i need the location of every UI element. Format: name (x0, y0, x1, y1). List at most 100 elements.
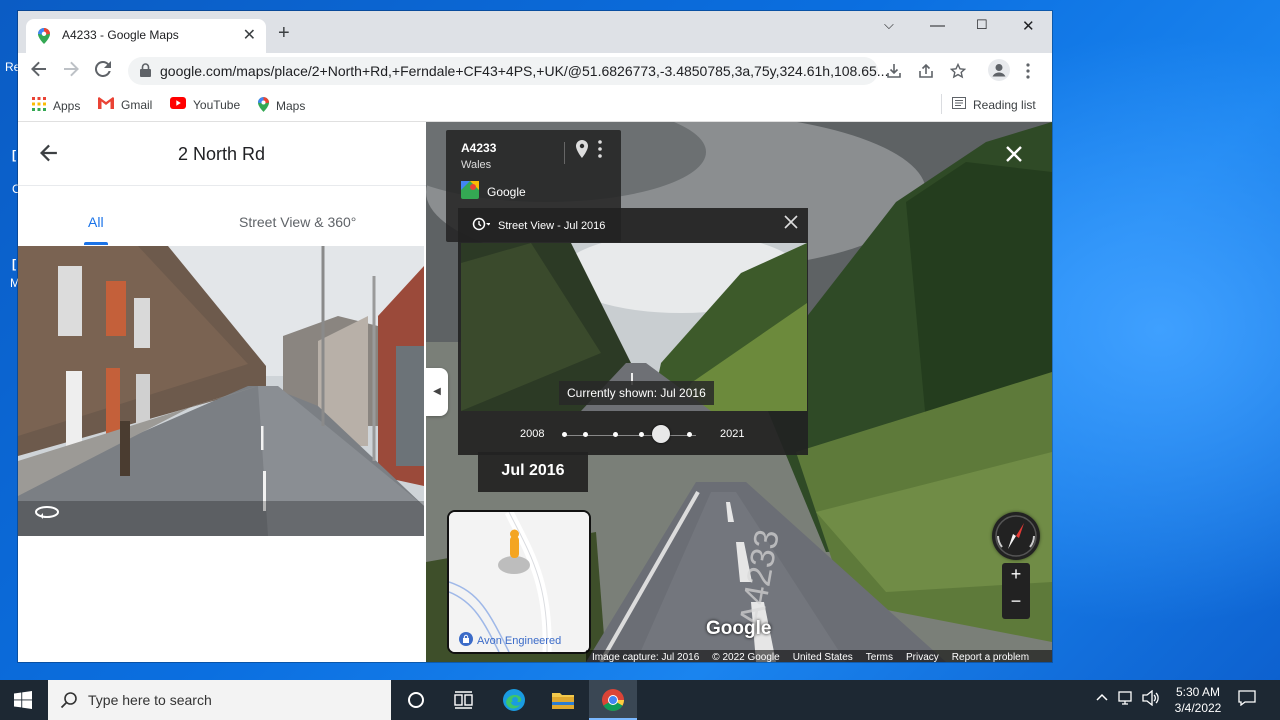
more-options-icon[interactable] (598, 140, 602, 158)
desktop-icon[interactable]: [ (12, 148, 16, 162)
chrome-icon[interactable] (593, 686, 633, 714)
edge-browser-icon[interactable] (494, 686, 534, 714)
close-time-travel-icon[interactable] (784, 212, 798, 235)
region-link[interactable]: United States (793, 650, 853, 662)
timeline-dot[interactable] (687, 432, 692, 437)
close-window-button[interactable]: ✕ (1022, 17, 1035, 35)
new-tab-button[interactable]: + (278, 23, 290, 43)
tab-search-dropdown-icon[interactable]: ⌵ (884, 17, 894, 33)
maximize-button[interactable]: ☐ (976, 17, 988, 33)
divider (18, 185, 426, 186)
currently-shown-label: Currently shown: Jul 2016 (559, 381, 714, 405)
forward-icon[interactable] (60, 60, 82, 82)
tab-google-maps[interactable]: A4233 - Google Maps ✕ (26, 19, 266, 53)
source-label: Google (487, 184, 526, 199)
road-name: A4233 (461, 141, 497, 155)
image-capture-date: Image capture: Jul 2016 (592, 652, 700, 662)
terms-link[interactable]: Terms (866, 650, 893, 662)
rotate-360-icon[interactable] (34, 504, 60, 523)
search-icon (60, 691, 78, 712)
map-place-label[interactable]: Avon Engineered (459, 632, 561, 649)
install-icon[interactable] (886, 63, 902, 82)
bookmark-apps[interactable]: Apps (32, 97, 80, 114)
desktop-icon[interactable]: [ (12, 257, 16, 271)
timeline-dot[interactable] (639, 432, 644, 437)
timeline-dot[interactable] (613, 432, 618, 437)
file-explorer-icon[interactable] (543, 686, 583, 714)
bookmark-gmail[interactable]: Gmail (98, 97, 152, 112)
timeline-end-year: 2021 (720, 428, 745, 440)
timeline-dot[interactable] (562, 432, 567, 437)
clock-date: 3/4/2022 (1174, 701, 1222, 715)
cortana-icon[interactable] (396, 686, 436, 714)
back-icon[interactable] (28, 60, 50, 82)
address-bar[interactable]: google.com/maps/place/2+North+Rd,+Fernda… (128, 57, 888, 85)
bookmarks-bar: Apps Gmail YouTube Maps Reading list (18, 89, 1052, 122)
bookmark-label: Maps (276, 99, 306, 113)
tab-close-icon[interactable]: ✕ (243, 25, 256, 45)
zoom-in-button[interactable]: + (1002, 564, 1030, 585)
bookmark-youtube[interactable]: YouTube (170, 97, 240, 112)
gmail-icon (98, 97, 114, 112)
task-view-icon[interactable] (444, 686, 484, 714)
tab-street-view-360[interactable]: Street View & 360° (239, 214, 356, 230)
profile-avatar-icon[interactable] (988, 59, 1010, 84)
report-problem-link[interactable]: Report a problem (952, 650, 1029, 662)
url-text[interactable]: google.com/maps/place/2+North+Rd,+Fernda… (160, 63, 888, 79)
reload-icon[interactable] (92, 60, 114, 82)
minimize-button[interactable]: — (930, 17, 945, 34)
shopping-bag-icon (459, 632, 473, 649)
chrome-menu-icon[interactable] (1026, 63, 1030, 82)
map-place-name: Avon Engineered (477, 634, 562, 647)
region-name: Wales (461, 159, 492, 171)
volume-icon[interactable] (1142, 689, 1160, 709)
google-maps-icon (461, 181, 479, 202)
bookmark-maps[interactable]: Maps (258, 97, 305, 115)
location-pin-icon[interactable] (576, 140, 588, 161)
reading-list-icon (952, 97, 966, 112)
bookmark-label: Apps (53, 98, 81, 113)
mini-map[interactable]: Avon Engineered (447, 510, 591, 654)
historical-image-preview[interactable]: Currently shown: Jul 2016 (461, 243, 807, 411)
system-clock[interactable]: 5:30 AM 3/4/2022 (1170, 684, 1226, 716)
lock-icon[interactable] (140, 63, 151, 80)
reading-list-label: Reading list (973, 97, 1036, 112)
tab-all[interactable]: All (88, 214, 104, 230)
show-hidden-icons[interactable] (1096, 690, 1108, 706)
apps-grid-icon (32, 97, 46, 114)
search-placeholder: Type here to search (88, 692, 212, 708)
image-source[interactable]: Google (461, 181, 526, 202)
youtube-icon (170, 97, 186, 112)
place-side-panel: 2 North Rd All Street View & 360° (18, 122, 426, 662)
compass-icon[interactable] (992, 512, 1040, 560)
time-travel-panel: Street View - Jul 2016 Currently shown: … (458, 208, 808, 455)
bookmark-star-icon[interactable] (949, 62, 967, 82)
street-view-photo[interactable] (18, 246, 424, 536)
timeline-start-year: 2008 (520, 428, 545, 440)
close-street-view-icon[interactable] (1006, 142, 1022, 168)
zoom-out-button[interactable]: − (1002, 591, 1030, 612)
collapse-panel-button[interactable]: ◀ (426, 368, 448, 416)
timeline-dot[interactable] (583, 432, 588, 437)
history-clock-icon (472, 217, 491, 234)
map-footer: Image capture: Jul 2016 © 2022 Google Un… (586, 650, 1052, 662)
network-icon[interactable] (1118, 690, 1136, 709)
time-travel-header[interactable]: Street View - Jul 2016 (472, 217, 605, 234)
capture-date-label: Jul 2016 (478, 452, 588, 492)
active-tab-indicator (84, 242, 108, 245)
tab-strip: A4233 - Google Maps ✕ + ⌵ — ☐ ✕ (18, 11, 1052, 53)
privacy-link[interactable]: Privacy (906, 650, 939, 662)
share-icon[interactable] (918, 63, 934, 82)
bookmark-label: YouTube (193, 97, 241, 112)
taskbar-search-box[interactable]: Type here to search (48, 680, 391, 720)
back-arrow-icon[interactable] (40, 144, 58, 168)
reading-list-button[interactable]: Reading list (952, 97, 1036, 112)
street-view-pano[interactable]: A4233 ◀ A4233 Wales Google Street View -… (426, 122, 1052, 662)
notifications-icon[interactable] (1238, 690, 1256, 709)
timeline-slider-handle[interactable] (652, 425, 670, 443)
time-travel-title: Street View - Jul 2016 (498, 219, 606, 232)
google-logo: Google (706, 618, 772, 639)
taskbar: Type here to search 5:30 AM 3/4/2022 (0, 680, 1280, 720)
bookmark-label: Gmail (121, 97, 153, 112)
windows-start-icon[interactable] (14, 691, 32, 712)
